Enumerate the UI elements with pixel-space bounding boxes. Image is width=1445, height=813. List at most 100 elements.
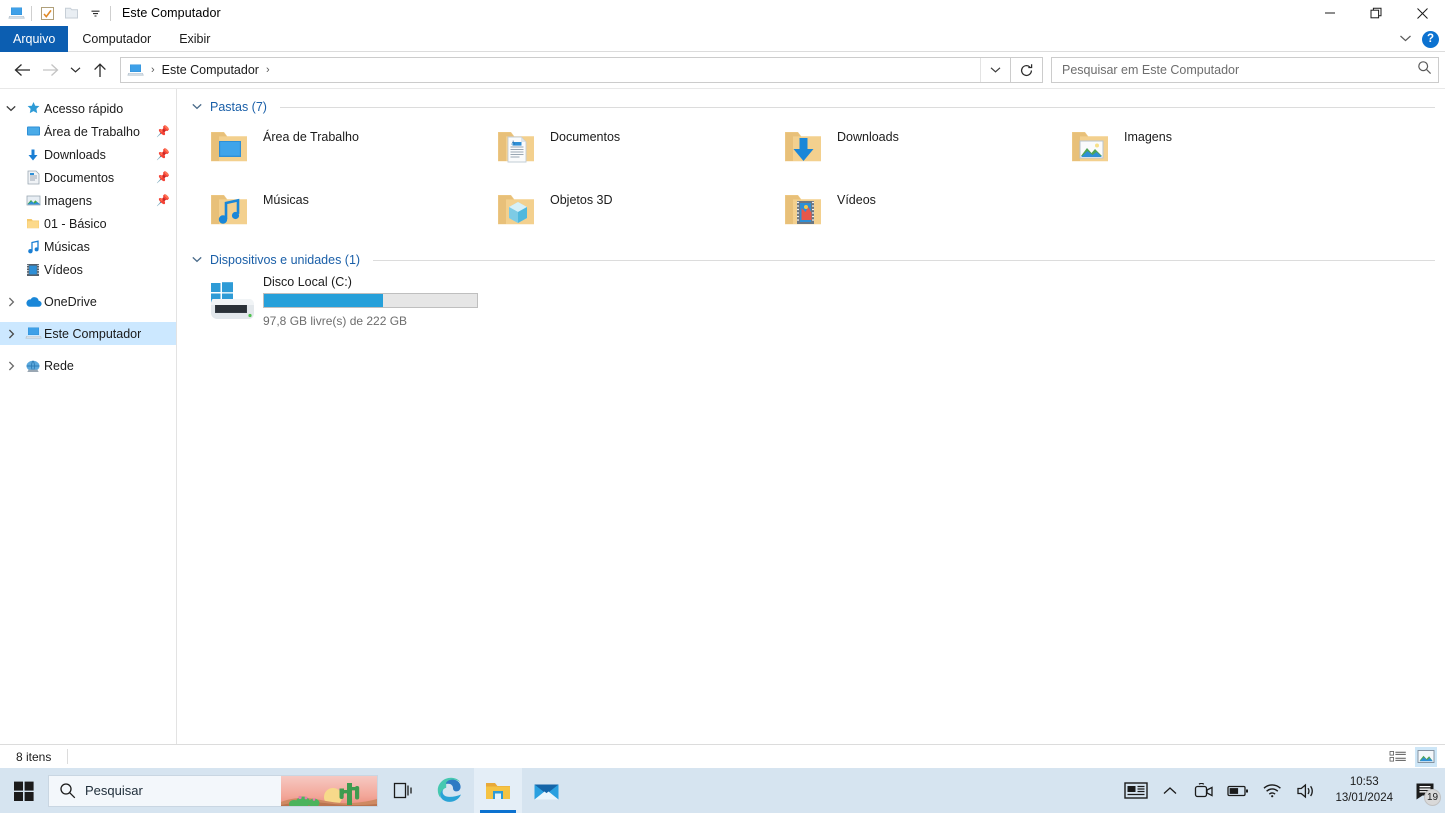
- file-explorer-icon[interactable]: [474, 768, 522, 813]
- folder-item-objetos-3d[interactable]: Objetos 3D: [478, 181, 765, 244]
- show-hidden-icons-icon[interactable]: [1153, 768, 1187, 813]
- battery-icon[interactable]: [1221, 768, 1255, 813]
- group-divider: [280, 107, 1435, 108]
- drive-item-disco-local-c[interactable]: Disco Local (C:) 97,8 GB livre(s) de 222…: [191, 271, 481, 328]
- chevron-right-icon[interactable]: [0, 297, 22, 307]
- properties-icon[interactable]: [35, 2, 59, 24]
- customize-dropdown-icon[interactable]: [83, 2, 107, 24]
- sidebar-item-imagens[interactable]: Imagens 📌: [0, 189, 176, 212]
- sidebar-item-downloads[interactable]: Downloads 📌: [0, 143, 176, 166]
- news-and-interests-icon[interactable]: [1119, 768, 1153, 813]
- sidebar-item-onedrive[interactable]: OneDrive: [0, 290, 176, 313]
- breadcrumb-separator-end[interactable]: ›: [261, 64, 275, 76]
- network-icon: [22, 359, 44, 373]
- help-icon[interactable]: ?: [1422, 31, 1439, 48]
- folder-item-downloads[interactable]: Downloads: [765, 118, 1052, 181]
- sidebar-label: Este Computador: [44, 327, 141, 341]
- sidebar-item-acesso-rapido[interactable]: Acesso rápido: [0, 97, 176, 120]
- new-folder-icon[interactable]: [59, 2, 83, 24]
- folder-item-videos[interactable]: Vídeos: [765, 181, 1052, 244]
- system-tray: 10:53 13/01/2024 19: [1119, 768, 1445, 813]
- window-title: Este Computador: [122, 6, 221, 20]
- desktop-icon: [22, 125, 44, 138]
- chevron-down-icon[interactable]: [191, 101, 203, 113]
- sidebar-label: Imagens: [44, 194, 92, 208]
- tab-arquivo[interactable]: Arquivo: [0, 26, 68, 52]
- folder-item-imagens[interactable]: Imagens: [1052, 118, 1339, 181]
- chevron-right-icon[interactable]: [0, 361, 22, 371]
- onedrive-icon: [22, 296, 44, 308]
- breadcrumb[interactable]: › Este Computador ›: [121, 62, 980, 77]
- music-icon: [22, 240, 44, 254]
- back-button[interactable]: [8, 55, 36, 85]
- chevron-right-icon[interactable]: [0, 329, 22, 339]
- mail-icon[interactable]: [522, 768, 570, 813]
- folder-item-musicas[interactable]: Músicas: [191, 181, 478, 244]
- folder-item-documentos[interactable]: A Documentos: [478, 118, 765, 181]
- sidebar-item-videos[interactable]: Vídeos: [0, 258, 176, 281]
- star-icon: [22, 101, 44, 116]
- sidebar-item-documentos[interactable]: Documentos 📌: [0, 166, 176, 189]
- explorer-body: Acesso rápido Área de Trabalho 📌: [0, 89, 1445, 744]
- group-title: Pastas (7): [210, 100, 267, 114]
- group-header-pastas[interactable]: Pastas (7): [191, 100, 1435, 114]
- drive-usage-bar: [263, 293, 478, 308]
- up-button[interactable]: [86, 55, 114, 85]
- sidebar-item-rede[interactable]: Rede: [0, 354, 176, 377]
- close-icon[interactable]: [1399, 0, 1445, 26]
- chevron-down-icon[interactable]: [191, 254, 203, 266]
- group-header-dispositivos[interactable]: Dispositivos e unidades (1): [191, 253, 1435, 267]
- folder-label: Documentos: [550, 130, 620, 144]
- pin-icon[interactable]: 📌: [152, 171, 170, 184]
- address-dropdown-icon[interactable]: [980, 58, 1010, 82]
- file-list-view[interactable]: Pastas (7) Área de Trabalho: [177, 89, 1445, 744]
- large-icons-view-icon[interactable]: [1415, 747, 1437, 767]
- quick-access-toolbar: Este Computador: [0, 0, 221, 26]
- search-input[interactable]: [1062, 63, 1417, 77]
- group-divider: [373, 260, 1435, 261]
- edge-icon[interactable]: [426, 768, 474, 813]
- taskbar-clock[interactable]: 10:53 13/01/2024: [1323, 775, 1405, 806]
- address-input[interactable]: › Este Computador ›: [120, 57, 1011, 83]
- minimize-icon[interactable]: [1307, 0, 1353, 26]
- refresh-button[interactable]: [1011, 57, 1043, 83]
- group-title: Dispositivos e unidades (1): [210, 253, 360, 267]
- sidebar-label: Downloads: [44, 148, 106, 162]
- navigation-pane: Acesso rápido Área de Trabalho 📌: [0, 89, 177, 744]
- chevron-down-icon[interactable]: [0, 105, 22, 112]
- pin-icon[interactable]: 📌: [152, 194, 170, 207]
- recent-locations-button[interactable]: [64, 55, 86, 85]
- meet-now-icon[interactable]: [1187, 768, 1221, 813]
- this-pc-icon: [22, 326, 44, 341]
- chevron-down-icon[interactable]: [1399, 30, 1412, 48]
- drive-usage-fill: [264, 294, 383, 307]
- task-view-icon[interactable]: [378, 768, 426, 813]
- volume-icon[interactable]: [1289, 768, 1323, 813]
- breadcrumb-item-this-pc[interactable]: Este Computador: [162, 63, 259, 77]
- restore-icon[interactable]: [1353, 0, 1399, 26]
- action-center-icon[interactable]: 19: [1405, 768, 1445, 813]
- forward-button[interactable]: [36, 55, 64, 85]
- sidebar-item-area-de-trabalho[interactable]: Área de Trabalho 📌: [0, 120, 176, 143]
- toolbar-divider: [31, 6, 32, 21]
- sidebar-item-musicas[interactable]: Músicas: [0, 235, 176, 258]
- pin-icon[interactable]: 📌: [152, 125, 170, 138]
- breadcrumb-separator: ›: [146, 64, 160, 76]
- sidebar-item-este-computador[interactable]: Este Computador: [0, 322, 176, 345]
- search-box[interactable]: [1051, 57, 1439, 83]
- this-pc-icon[interactable]: [127, 62, 144, 77]
- windows-start-icon[interactable]: [0, 768, 48, 813]
- taskbar-search-box[interactable]: Pesquisar: [48, 775, 378, 807]
- folder-pictures-icon: [1064, 122, 1116, 172]
- this-pc-icon[interactable]: [4, 2, 28, 24]
- address-bar: › Este Computador ›: [0, 52, 1445, 89]
- search-icon[interactable]: [1417, 60, 1432, 80]
- wifi-icon[interactable]: [1255, 768, 1289, 813]
- sidebar-item-01-basico[interactable]: 01 - Básico: [0, 212, 176, 235]
- folder-item-area-de-trabalho[interactable]: Área de Trabalho: [191, 118, 478, 181]
- tab-computador[interactable]: Computador: [68, 26, 165, 52]
- pin-icon[interactable]: 📌: [152, 148, 170, 161]
- sidebar-label: Acesso rápido: [44, 102, 123, 116]
- tab-exibir[interactable]: Exibir: [165, 26, 224, 52]
- details-view-icon[interactable]: [1387, 747, 1409, 767]
